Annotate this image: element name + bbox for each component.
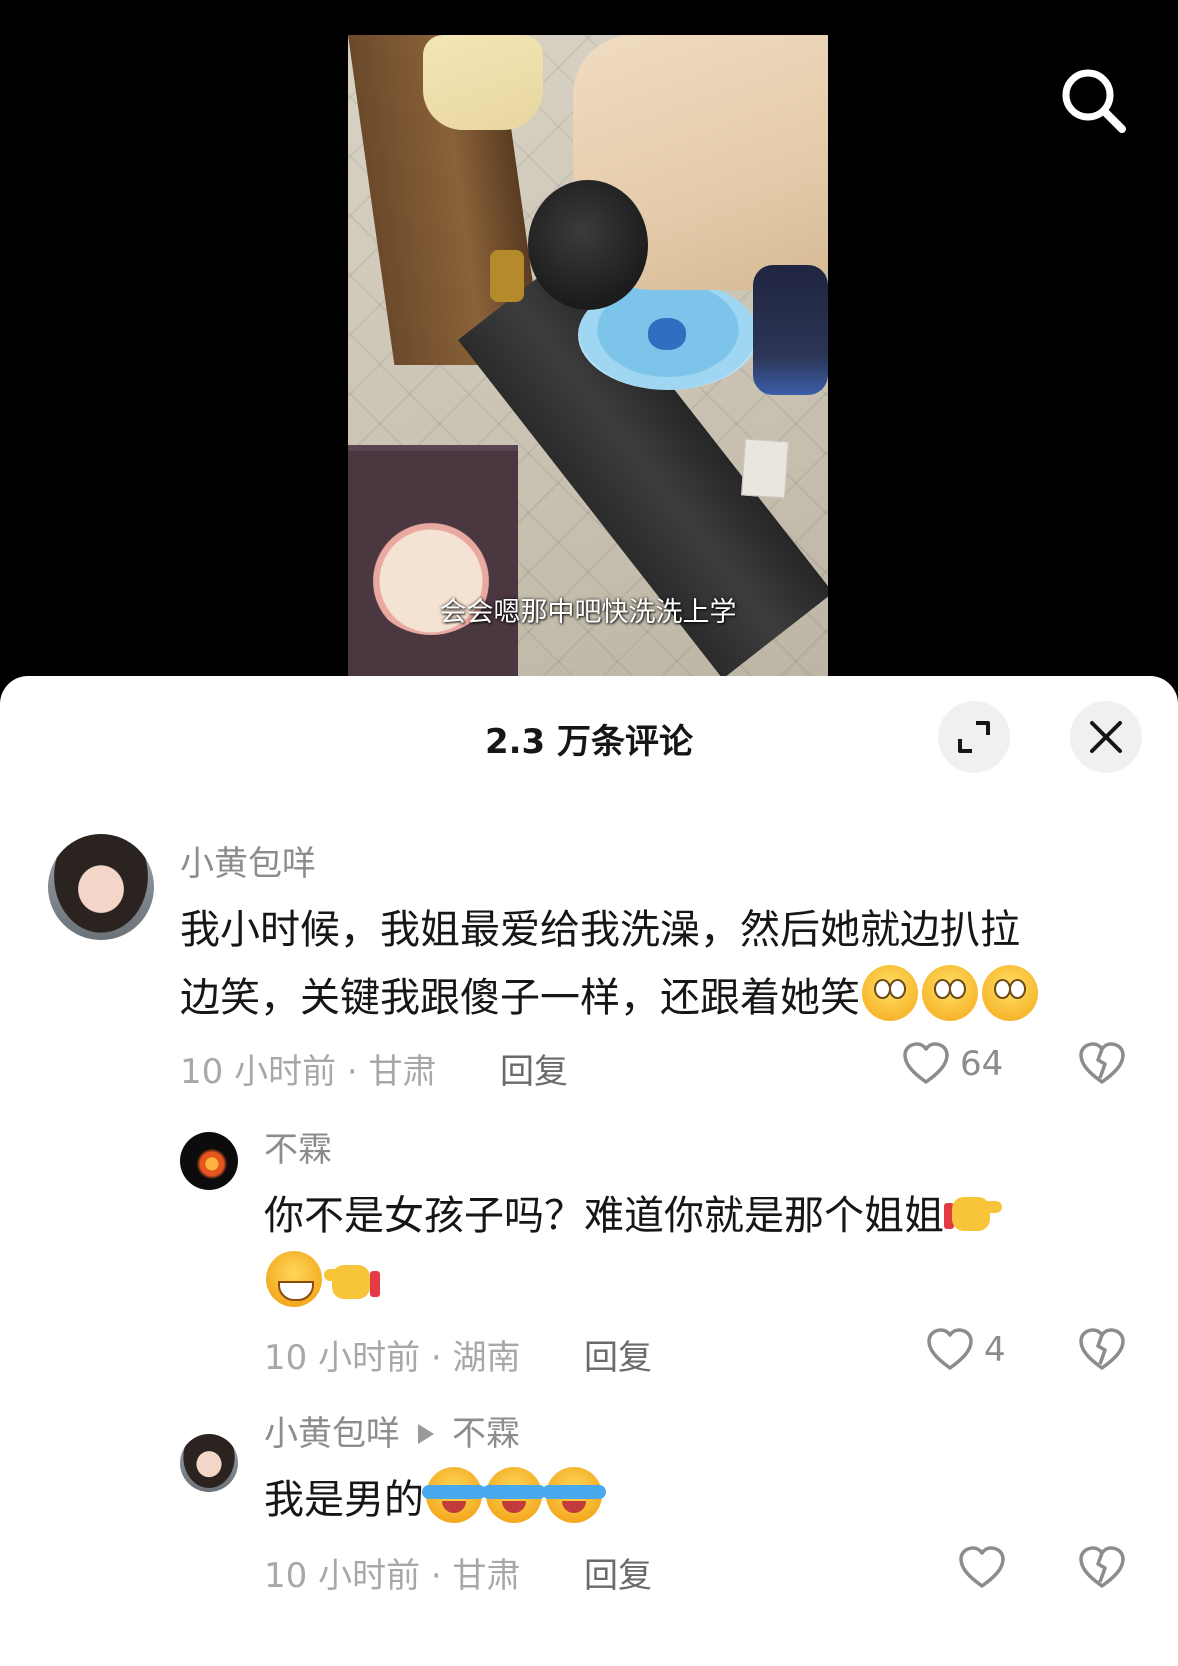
soap-bar bbox=[741, 438, 789, 499]
comment-text-line-1-text: 我是男的 bbox=[264, 1477, 424, 1523]
smile-emoji-icon bbox=[862, 965, 918, 1021]
comment-text-line-2: 边笑，关键我跟傻子一样，还跟着她笑 bbox=[180, 964, 1140, 1032]
expand-icon bbox=[958, 721, 990, 753]
reply-arrow-icon bbox=[418, 1423, 434, 1444]
close-button[interactable] bbox=[1070, 701, 1142, 773]
like-count: 64 bbox=[960, 1044, 1004, 1084]
comment-text: 我小时候，我姐最爱给我洗澡，然后她就边扒拉 边笑，关键我跟傻子一样，还跟着她笑 bbox=[180, 896, 1140, 1032]
video-subtitle: 会会嗯那中吧快洗洗上学 bbox=[348, 595, 828, 630]
heart-icon bbox=[959, 1546, 1005, 1588]
comment-meta: 10 小时前 · 甘肃 bbox=[264, 1556, 521, 1596]
point-left-emoji-icon bbox=[324, 1251, 380, 1307]
search-icon[interactable] bbox=[1058, 65, 1130, 137]
like-button[interactable]: 4 bbox=[926, 1328, 1006, 1372]
like-button[interactable] bbox=[958, 1546, 1006, 1590]
avatar[interactable] bbox=[48, 834, 154, 940]
heart-icon bbox=[927, 1328, 973, 1370]
smile-emoji-icon bbox=[922, 965, 978, 1021]
point-right-emoji-icon bbox=[944, 1183, 1002, 1239]
child-leg bbox=[753, 265, 828, 395]
dislike-button[interactable] bbox=[1078, 1546, 1126, 1594]
broken-heart-icon bbox=[1079, 1042, 1125, 1084]
grin-emoji-icon bbox=[266, 1251, 322, 1307]
comment-text-line-2 bbox=[264, 1250, 1144, 1318]
close-icon bbox=[1090, 721, 1122, 753]
bottle bbox=[490, 250, 524, 302]
comment-username-row: 小黄包咩 不霖 bbox=[264, 1406, 520, 1455]
like-button[interactable]: 64 bbox=[902, 1042, 1003, 1086]
comment-text-line-1-text: 你不是女孩子吗？难道你就是那个姐姐 bbox=[264, 1193, 944, 1239]
comment-text-line-2-text: 边笑，关键我跟傻子一样，还跟着她笑 bbox=[180, 975, 860, 1021]
cry-laugh-emoji-icon bbox=[482, 1467, 546, 1523]
smile-emoji-icon bbox=[982, 965, 1038, 1021]
heart-icon bbox=[903, 1042, 949, 1084]
comment-meta: 10 小时前 · 湖南 bbox=[264, 1338, 521, 1378]
comment-text-line-1: 我小时候，我姐最爱给我洗澡，然后她就边扒拉 bbox=[180, 907, 1020, 953]
comment-text-line-1: 你不是女孩子吗？难道你就是那个姐姐 bbox=[264, 1182, 1144, 1250]
cry-laugh-emoji-icon bbox=[542, 1467, 606, 1523]
broken-heart-icon bbox=[1079, 1328, 1125, 1370]
comments-sheet: 2.3 万条评论 小黄包咩 我小时候，我姐最爱给我洗澡，然后她就边扒拉 边笑，关… bbox=[0, 676, 1178, 1666]
basin-cat-print bbox=[648, 318, 686, 350]
comment-username[interactable]: 不霖 bbox=[264, 1122, 332, 1171]
video-player[interactable]: 会会嗯那中吧快洗洗上学 bbox=[0, 0, 1178, 690]
avatar[interactable] bbox=[180, 1434, 238, 1492]
plastic-bag bbox=[423, 35, 543, 130]
like-count: 4 bbox=[984, 1330, 1006, 1370]
reply-button[interactable]: 回复 bbox=[584, 1548, 652, 1597]
expand-button[interactable] bbox=[938, 701, 1010, 773]
reply-to-username[interactable]: 不霖 bbox=[452, 1414, 520, 1454]
subtitle-line-1: 会会嗯那中吧快洗洗上学 bbox=[439, 597, 737, 628]
dislike-button[interactable] bbox=[1078, 1042, 1126, 1090]
cry-laugh-emoji-icon bbox=[422, 1467, 486, 1523]
reply-button[interactable]: 回复 bbox=[500, 1044, 568, 1093]
comment-username[interactable]: 小黄包咩 bbox=[180, 836, 316, 885]
comment-text: 我是男的 bbox=[264, 1466, 1144, 1534]
broken-heart-icon bbox=[1079, 1546, 1125, 1588]
child-head bbox=[528, 180, 648, 310]
avatar[interactable] bbox=[180, 1132, 238, 1190]
reply-button[interactable]: 回复 bbox=[584, 1330, 652, 1379]
video-frame[interactable] bbox=[348, 35, 828, 690]
comment-text-line-1: 我是男的 bbox=[264, 1466, 1144, 1534]
comment-meta: 10 小时前 · 甘肃 bbox=[180, 1052, 437, 1092]
dislike-button[interactable] bbox=[1078, 1328, 1126, 1376]
comment-text: 你不是女孩子吗？难道你就是那个姐姐 bbox=[264, 1182, 1144, 1318]
comment-username[interactable]: 小黄包咩 bbox=[264, 1414, 400, 1454]
